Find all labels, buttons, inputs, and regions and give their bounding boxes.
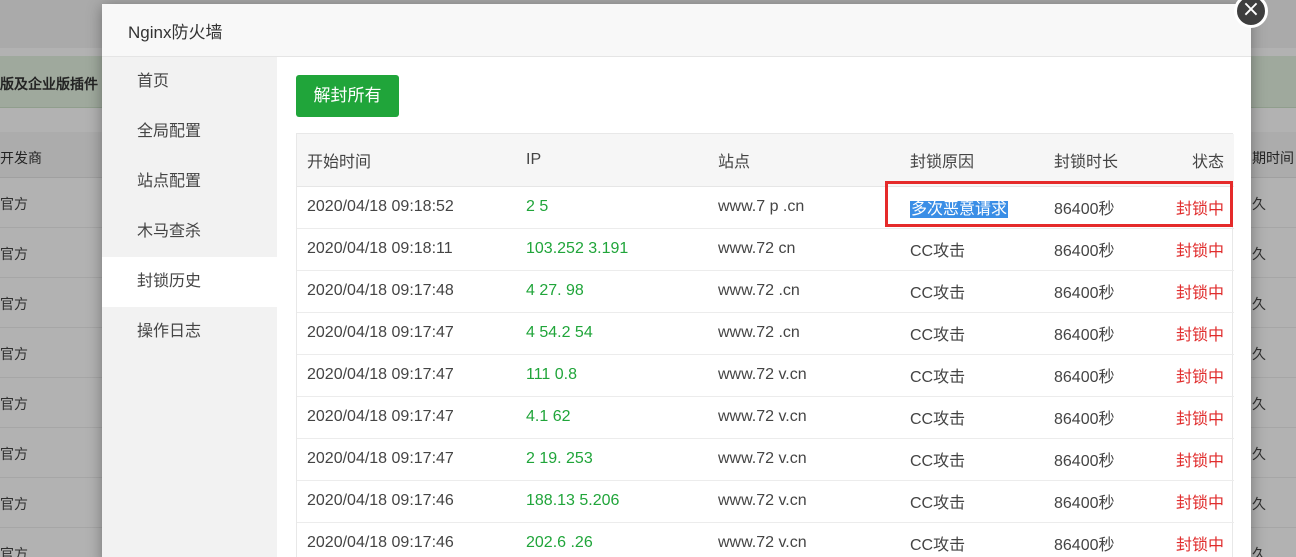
- sidebar-item-block-history[interactable]: 封锁历史: [102, 257, 277, 307]
- cell-site: www.72 cn: [708, 228, 900, 271]
- table-row: 2020/04/18 09:17:48 4 27. 98 www.72 .cn CC攻…: [297, 270, 1234, 313]
- cell-reason: CC攻击: [900, 438, 1044, 481]
- cell-start-time: 2020/04/18 09:17:47: [297, 354, 516, 397]
- column-header-reason: 封锁原因: [900, 134, 1044, 187]
- modal-sidebar: 首页 全局配置 站点配置 木马查杀 封锁历史 操作日志: [102, 57, 277, 557]
- cell-duration: 86400秒: [1044, 186, 1154, 229]
- modal-header: Nginx防火墙: [102, 4, 1251, 57]
- cell-status: 封锁中: [1154, 186, 1234, 229]
- sidebar-item-site-config[interactable]: 站点配置: [102, 157, 277, 207]
- cell-ip: 4 27. 98: [516, 270, 708, 313]
- cell-reason: CC攻击: [900, 354, 1044, 397]
- cell-reason: CC攻击: [900, 270, 1044, 313]
- table-row: 2020/04/18 09:17:46 188.13 5.206 www.72 v.…: [297, 480, 1234, 523]
- cell-duration: 86400秒: [1044, 480, 1154, 523]
- cell-start-time: 2020/04/18 09:18:11: [297, 228, 516, 271]
- cell-ip: 2 19. 253: [516, 438, 708, 481]
- cell-reason: CC攻击: [900, 396, 1044, 439]
- cell-start-time: 2020/04/18 09:17:46: [297, 522, 516, 557]
- column-header-ip: IP: [516, 134, 708, 187]
- cell-site: www.72 v.cn: [708, 522, 900, 557]
- cell-start-time: 2020/04/18 09:17:48: [297, 270, 516, 313]
- cell-reason: CC攻击: [900, 312, 1044, 355]
- column-header-start-time: 开始时间: [297, 134, 516, 187]
- modal-title: Nginx防火墙: [128, 22, 223, 42]
- cell-reason: CC攻击: [900, 480, 1044, 523]
- cell-site: www.72 v.cn: [708, 354, 900, 397]
- column-header-site: 站点: [708, 134, 900, 187]
- cell-status: 封锁中: [1154, 438, 1234, 481]
- cell-site: www.72 v.cn: [708, 480, 900, 523]
- cell-status: 封锁中: [1154, 270, 1234, 313]
- cell-ip: 188.13 5.206: [516, 480, 708, 523]
- sidebar-item-operation-log[interactable]: 操作日志: [102, 307, 277, 357]
- cell-start-time: 2020/04/18 09:17:47: [297, 312, 516, 355]
- cell-duration: 86400秒: [1044, 522, 1154, 557]
- cell-ip: 111 0.8: [516, 354, 708, 397]
- cell-reason: CC攻击: [900, 522, 1044, 557]
- block-history-panel: 解封所有 开始时间 IP 站点 封锁原因 封锁时长 状态 2020/04/18 …: [277, 57, 1251, 557]
- sidebar-item-home[interactable]: 首页: [102, 57, 277, 107]
- selected-reason-text: 多次恶意请求: [910, 201, 1009, 218]
- cell-site: www.7 p .cn: [708, 186, 900, 229]
- cell-start-time: 2020/04/18 09:18:52: [297, 186, 516, 229]
- cell-reason: 多次恶意请求: [900, 186, 1044, 229]
- cell-duration: 86400秒: [1044, 270, 1154, 313]
- cell-status: 封锁中: [1154, 480, 1234, 523]
- cell-duration: 86400秒: [1044, 396, 1154, 439]
- cell-status: 封锁中: [1154, 522, 1234, 557]
- table-row: 2020/04/18 09:18:52 2 5 www.7 p .cn 多次恶意请求 8…: [297, 186, 1234, 229]
- cell-site: www.72 .cn: [708, 270, 900, 313]
- table-header-row: 开始时间 IP 站点 封锁原因 封锁时长 状态: [297, 134, 1234, 187]
- cell-duration: 86400秒: [1044, 438, 1154, 481]
- table-row: 2020/04/18 09:17:47 111 0.8 www.72 v.cn CC…: [297, 354, 1234, 397]
- sidebar-item-trojan-scan[interactable]: 木马查杀: [102, 207, 277, 257]
- cell-status: 封锁中: [1154, 228, 1234, 271]
- cell-start-time: 2020/04/18 09:17:47: [297, 396, 516, 439]
- table-row: 2020/04/18 09:17:47 4 54.2 54 www.72 .cn CC…: [297, 312, 1234, 355]
- cell-status: 封锁中: [1154, 354, 1234, 397]
- cell-start-time: 2020/04/18 09:17:46: [297, 480, 516, 523]
- table-row: 2020/04/18 09:18:11 103.252 3.191 www.72 c…: [297, 228, 1234, 271]
- cell-status: 封锁中: [1154, 396, 1234, 439]
- column-header-duration: 封锁时长: [1044, 134, 1154, 187]
- cell-start-time: 2020/04/18 09:17:47: [297, 438, 516, 481]
- cell-reason: CC攻击: [900, 228, 1044, 271]
- cell-site: www.72 v.cn: [708, 396, 900, 439]
- unblock-all-button[interactable]: 解封所有: [296, 75, 399, 117]
- cell-ip: 103.252 3.191: [516, 228, 708, 271]
- cell-ip: 202.6 .26: [516, 522, 708, 557]
- table-row: 2020/04/18 09:17:47 4.1 62 www.72 v.cn CC攻…: [297, 396, 1234, 439]
- table-row: 2020/04/18 09:17:46 202.6 .26 www.72 v.cn C…: [297, 522, 1234, 557]
- cell-duration: 86400秒: [1044, 354, 1154, 397]
- cell-duration: 86400秒: [1044, 312, 1154, 355]
- column-header-status: 状态: [1154, 134, 1234, 187]
- cell-ip: 4 54.2 54: [516, 312, 708, 355]
- cell-ip: 2 5: [516, 186, 708, 229]
- sidebar-item-global-config[interactable]: 全局配置: [102, 107, 277, 157]
- cell-site: www.72 v.cn: [708, 438, 900, 481]
- cell-ip: 4.1 62: [516, 396, 708, 439]
- firewall-modal: Nginx防火墙 首页 全局配置 站点配置 木马查杀 封锁历史 操作日志 解封所…: [102, 4, 1251, 557]
- cell-duration: 86400秒: [1044, 228, 1154, 271]
- cell-site: www.72 .cn: [708, 312, 900, 355]
- cell-status: 封锁中: [1154, 312, 1234, 355]
- table-row: 2020/04/18 09:17:47 2 19. 253 www.72 v.cn C…: [297, 438, 1234, 481]
- block-history-table: 开始时间 IP 站点 封锁原因 封锁时长 状态 2020/04/18 09:18…: [296, 133, 1234, 557]
